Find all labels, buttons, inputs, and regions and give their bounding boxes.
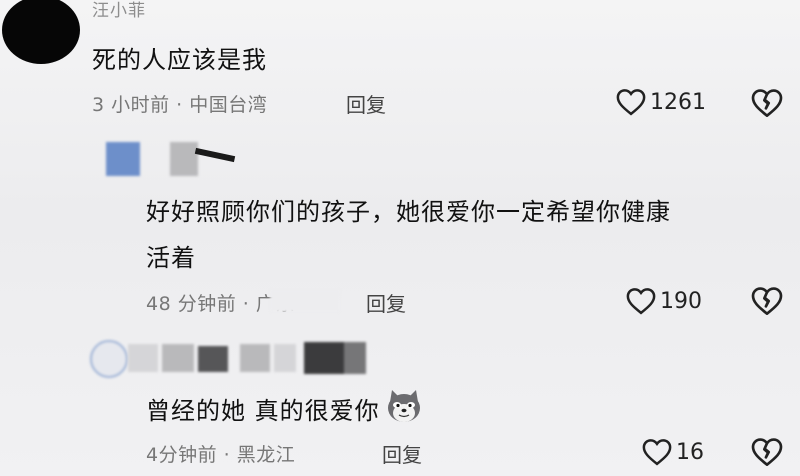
like-button[interactable]: 1261 <box>616 88 706 116</box>
broken-heart-icon <box>751 88 783 118</box>
heart-outline-icon <box>626 287 656 315</box>
like-count: 1261 <box>650 89 706 115</box>
avatar[interactable] <box>90 340 128 378</box>
comment-text: 死的人应该是我 <box>92 46 267 74</box>
comment-timestamp-location: 4分钟前 · 黑龙江 <box>146 444 296 466</box>
dog-face-emoji-icon <box>384 388 424 428</box>
username[interactable]: 汪小菲 <box>92 0 146 21</box>
like-button[interactable]: 16 <box>642 438 704 466</box>
comment-text: 曾经的她 真的很爱你 <box>146 396 380 425</box>
broken-heart-icon <box>751 437 783 467</box>
reply-button[interactable]: 回复 <box>346 89 386 118</box>
heart-outline-icon <box>616 88 646 116</box>
like-button[interactable]: 190 <box>626 287 702 315</box>
comment-text-line: 活着 <box>146 244 196 272</box>
like-count: 190 <box>660 288 702 314</box>
avatar[interactable] <box>106 142 140 176</box>
username-redacted <box>170 142 206 176</box>
dislike-button[interactable] <box>751 286 783 316</box>
dislike-button[interactable] <box>751 88 783 118</box>
dislike-button[interactable] <box>751 437 783 467</box>
username-redacted <box>128 342 368 374</box>
heart-outline-icon <box>642 438 672 466</box>
comment-body: 曾经的她 真的很爱你 <box>146 388 424 428</box>
location-redaction <box>270 290 340 312</box>
like-count: 16 <box>676 439 704 465</box>
comment-text-line: 好好照顾你们的孩子，她很爱你一定希望你健康 <box>146 198 671 226</box>
comment-timestamp-location: 3 小时前 · 中国台湾 <box>92 94 268 116</box>
reply-button[interactable]: 回复 <box>366 288 406 317</box>
reply-button[interactable]: 回复 <box>382 439 422 468</box>
broken-heart-icon <box>751 286 783 316</box>
avatar[interactable] <box>2 0 80 64</box>
